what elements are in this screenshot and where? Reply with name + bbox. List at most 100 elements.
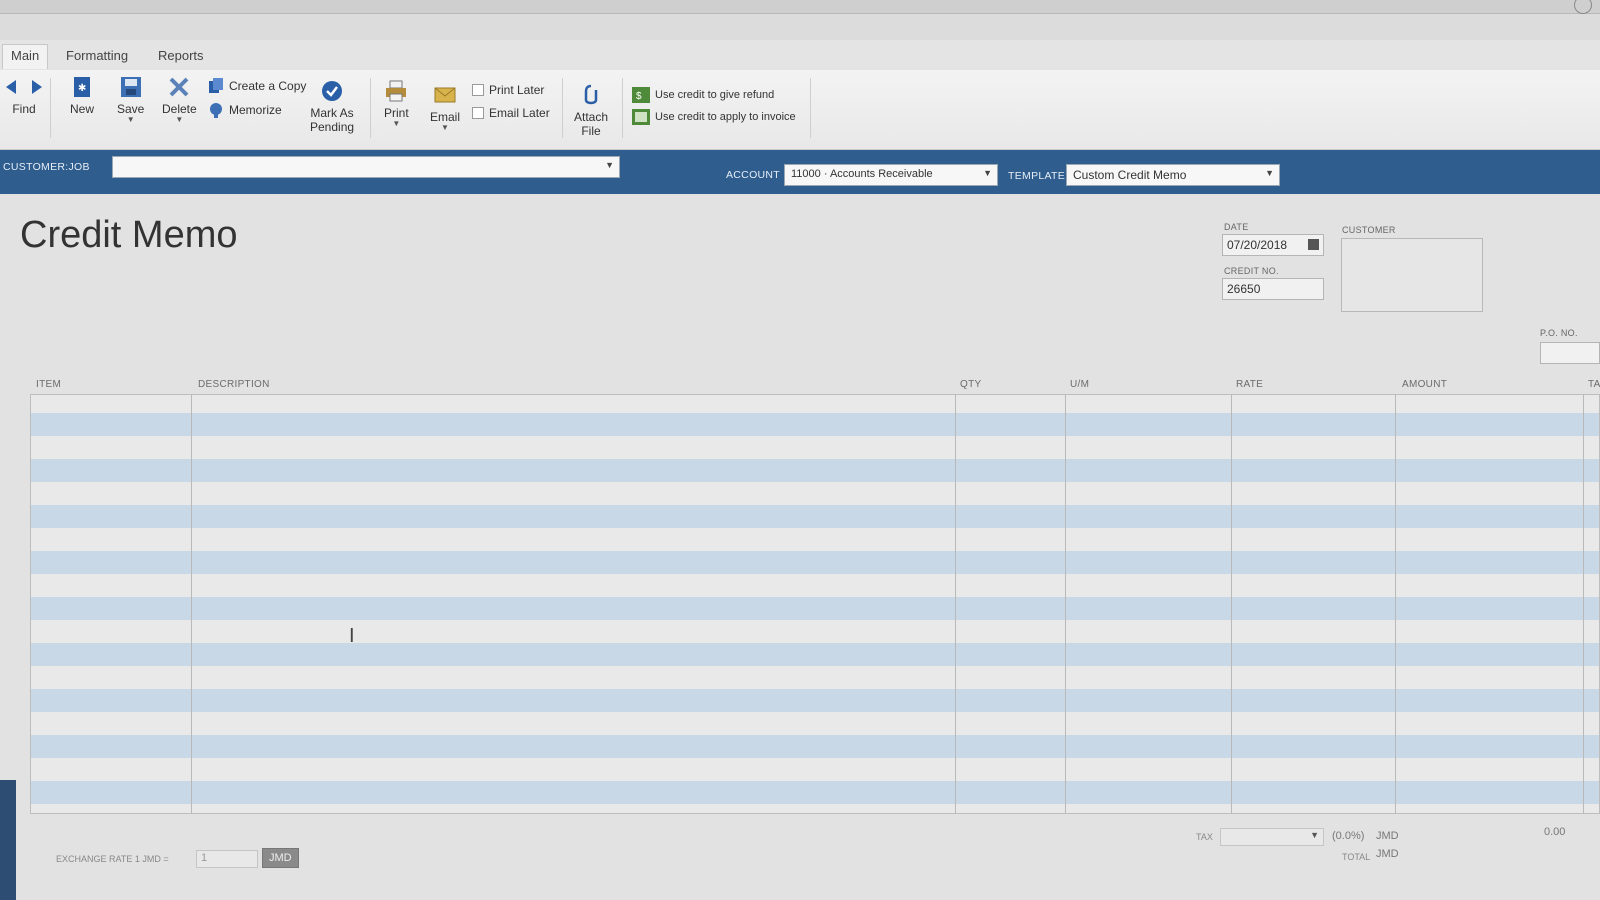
- memorize-icon: [210, 103, 222, 118]
- svg-text:$: $: [636, 91, 642, 102]
- chevron-down-icon[interactable]: ▼: [127, 116, 135, 124]
- customer-job-dropdown[interactable]: ▼: [112, 156, 620, 178]
- delete-x-icon: [168, 76, 190, 98]
- delete-label: Delete: [162, 102, 197, 116]
- account-dropdown[interactable]: 11000 · Accounts Receivable ▼: [784, 164, 998, 186]
- save-icon: [120, 76, 142, 98]
- checkmark-icon: [321, 80, 343, 102]
- column-divider: [191, 395, 192, 813]
- mark-as-pending-label-2: Pending: [310, 120, 355, 134]
- line-items-table[interactable]: I: [30, 394, 1600, 814]
- tab-formatting[interactable]: Formatting: [58, 46, 136, 65]
- table-row[interactable]: [31, 413, 1599, 436]
- email-button[interactable]: Email ▼: [430, 84, 460, 132]
- print-button[interactable]: Print ▼: [384, 80, 409, 128]
- table-row[interactable]: [31, 459, 1599, 482]
- column-header-qty[interactable]: QTY: [960, 379, 981, 390]
- customer-address-box[interactable]: [1341, 238, 1483, 312]
- divider: [622, 78, 623, 138]
- print-later-checkbox[interactable]: Print Later: [472, 83, 544, 97]
- calendar-icon[interactable]: [1308, 239, 1319, 250]
- table-row[interactable]: [31, 597, 1599, 620]
- svg-text:✱: ✱: [78, 83, 86, 94]
- mark-as-pending-button[interactable]: Mark As Pending: [310, 80, 354, 134]
- mark-as-pending-label: Mark As: [310, 106, 354, 120]
- print-later-label: Print Later: [489, 83, 545, 97]
- table-row[interactable]: [31, 735, 1599, 758]
- currency-button[interactable]: JMD: [262, 848, 299, 868]
- chevron-down-icon[interactable]: ▼: [1310, 830, 1319, 840]
- use-credit-refund-label: Use credit to give refund: [655, 89, 775, 101]
- tax-dropdown[interactable]: ▼: [1220, 828, 1324, 846]
- column-divider: [1583, 395, 1584, 813]
- find-button[interactable]: Find: [4, 76, 44, 116]
- email-later-check[interactable]: [472, 107, 484, 119]
- attach-file-button[interactable]: Attach File: [574, 84, 608, 138]
- save-label: Save: [117, 102, 145, 116]
- window-control-icon[interactable]: [1574, 0, 1592, 14]
- tax-label: TAX: [1196, 832, 1213, 842]
- table-row[interactable]: [31, 505, 1599, 528]
- save-button[interactable]: Save ▼: [117, 76, 144, 124]
- refund-icon: $: [632, 87, 650, 103]
- page-title: Credit Memo: [20, 214, 238, 256]
- customer-job-label: CUSTOMER:JOB: [3, 161, 90, 173]
- column-header-tax[interactable]: TA: [1588, 379, 1600, 390]
- chevron-down-icon[interactable]: ▼: [1265, 168, 1274, 178]
- new-document-icon: ✱: [71, 76, 93, 98]
- account-value: 11000 · Accounts Receivable: [791, 168, 933, 180]
- attach-label: Attach: [574, 110, 609, 124]
- chevron-down-icon[interactable]: ▼: [175, 116, 183, 124]
- new-button[interactable]: ✱ New: [70, 76, 94, 116]
- divider: [810, 78, 811, 138]
- find-label: Find: [12, 102, 36, 116]
- create-copy-button[interactable]: Create a Copy: [208, 78, 306, 94]
- use-credit-invoice-button[interactable]: Use credit to apply to invoice: [632, 109, 796, 125]
- print-label: Print: [384, 106, 409, 120]
- copy-icon: [209, 78, 223, 93]
- column-header-amount[interactable]: AMOUNT: [1402, 379, 1447, 390]
- date-field[interactable]: 07/20/2018: [1222, 234, 1324, 256]
- table-row[interactable]: [31, 643, 1599, 666]
- exchange-rate-field[interactable]: 1: [196, 850, 258, 868]
- chevron-down-icon[interactable]: ▼: [392, 120, 400, 128]
- credit-no-value: 26650: [1227, 282, 1261, 296]
- chevron-down-icon[interactable]: ▼: [983, 168, 992, 178]
- ribbon-tabs: Main Formatting Reports: [0, 40, 1600, 70]
- column-header-rate[interactable]: RATE: [1236, 379, 1263, 390]
- exchange-rate-label: EXCHANGE RATE 1 JMD =: [56, 854, 169, 864]
- attach-label-2: File: [581, 124, 601, 138]
- memorize-label: Memorize: [229, 103, 282, 117]
- email-later-label: Email Later: [489, 106, 550, 120]
- envelope-icon: [434, 84, 456, 106]
- create-copy-label: Create a Copy: [229, 79, 307, 93]
- credit-no-field[interactable]: 26650: [1222, 278, 1324, 300]
- total-label: TOTAL: [1342, 852, 1371, 862]
- date-value: 07/20/2018: [1227, 238, 1288, 252]
- column-header-um[interactable]: U/M: [1070, 379, 1089, 390]
- memorize-button[interactable]: Memorize: [208, 102, 282, 118]
- po-no-field[interactable]: [1540, 342, 1600, 364]
- chevron-down-icon[interactable]: ▼: [605, 160, 614, 170]
- arrow-nav-icon: [4, 76, 44, 98]
- left-edge-strip: [0, 780, 16, 900]
- template-label: TEMPLATE: [1008, 170, 1066, 182]
- apply-invoice-icon: [632, 109, 650, 125]
- delete-button[interactable]: Delete ▼: [162, 76, 197, 124]
- credit-memo-form: Credit Memo DATE 07/20/2018 CREDIT NO. 2…: [0, 194, 1600, 900]
- template-dropdown[interactable]: Custom Credit Memo ▼: [1066, 164, 1280, 186]
- window-title-bar: [0, 0, 1600, 14]
- table-row[interactable]: [31, 551, 1599, 574]
- tab-main[interactable]: Main: [2, 44, 49, 69]
- customer-label: CUSTOMER: [1342, 225, 1396, 235]
- print-later-check[interactable]: [472, 84, 484, 96]
- email-later-checkbox[interactable]: Email Later: [472, 106, 550, 120]
- table-row[interactable]: [31, 689, 1599, 712]
- use-credit-refund-button[interactable]: $ Use credit to give refund: [632, 87, 774, 103]
- column-header-item[interactable]: ITEM: [36, 379, 61, 390]
- divider: [370, 78, 371, 138]
- tab-reports[interactable]: Reports: [150, 46, 212, 65]
- table-row[interactable]: [31, 781, 1599, 804]
- column-header-description[interactable]: DESCRIPTION: [198, 379, 270, 390]
- chevron-down-icon[interactable]: ▼: [441, 124, 449, 132]
